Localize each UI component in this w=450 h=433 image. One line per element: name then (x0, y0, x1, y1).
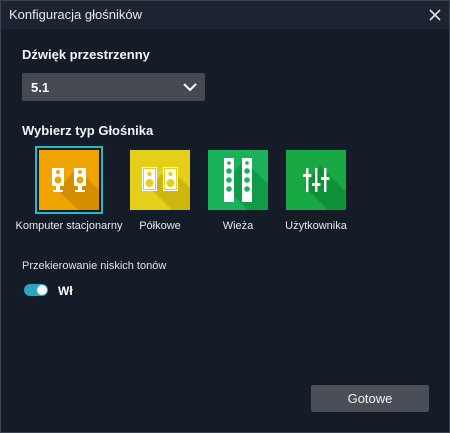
bass-redirect-label: Przekierowanie niskich tonów (22, 260, 167, 272)
bookshelf-speakers-icon (130, 150, 190, 210)
custom-equalizer-icon (286, 150, 346, 210)
bass-redirect-toggle[interactable] (24, 284, 48, 296)
speaker-type-label: Wybierz typ Głośnika (22, 123, 154, 138)
bass-redirect-state: Wł (58, 284, 73, 298)
title-bar: Konfiguracja głośników (1, 1, 449, 29)
surround-selected-value: 5.1 (31, 80, 50, 95)
speaker-type-tower-tile[interactable] (208, 150, 268, 210)
desktop-speakers-icon (39, 150, 99, 210)
toggle-knob (37, 285, 47, 295)
window-title: Konfiguracja głośników (9, 7, 142, 22)
chevron-down-icon (183, 83, 197, 92)
close-button[interactable] (425, 5, 445, 25)
speaker-type-custom-tile[interactable] (286, 150, 346, 210)
surround-select[interactable]: 5.1 (22, 73, 205, 101)
surround-label: Dźwięk przestrzenny (22, 47, 150, 62)
speaker-type-bookshelf-tile[interactable] (130, 150, 190, 210)
tower-speakers-icon (208, 150, 268, 210)
done-button[interactable]: Gotowe (311, 385, 429, 412)
close-icon (429, 9, 441, 21)
speaker-config-dialog: Konfiguracja głośników Dźwięk przestrzen… (0, 0, 450, 433)
speaker-type-custom-label: Użytkownika (285, 220, 347, 232)
speaker-type-desktop-tile[interactable] (35, 146, 103, 214)
